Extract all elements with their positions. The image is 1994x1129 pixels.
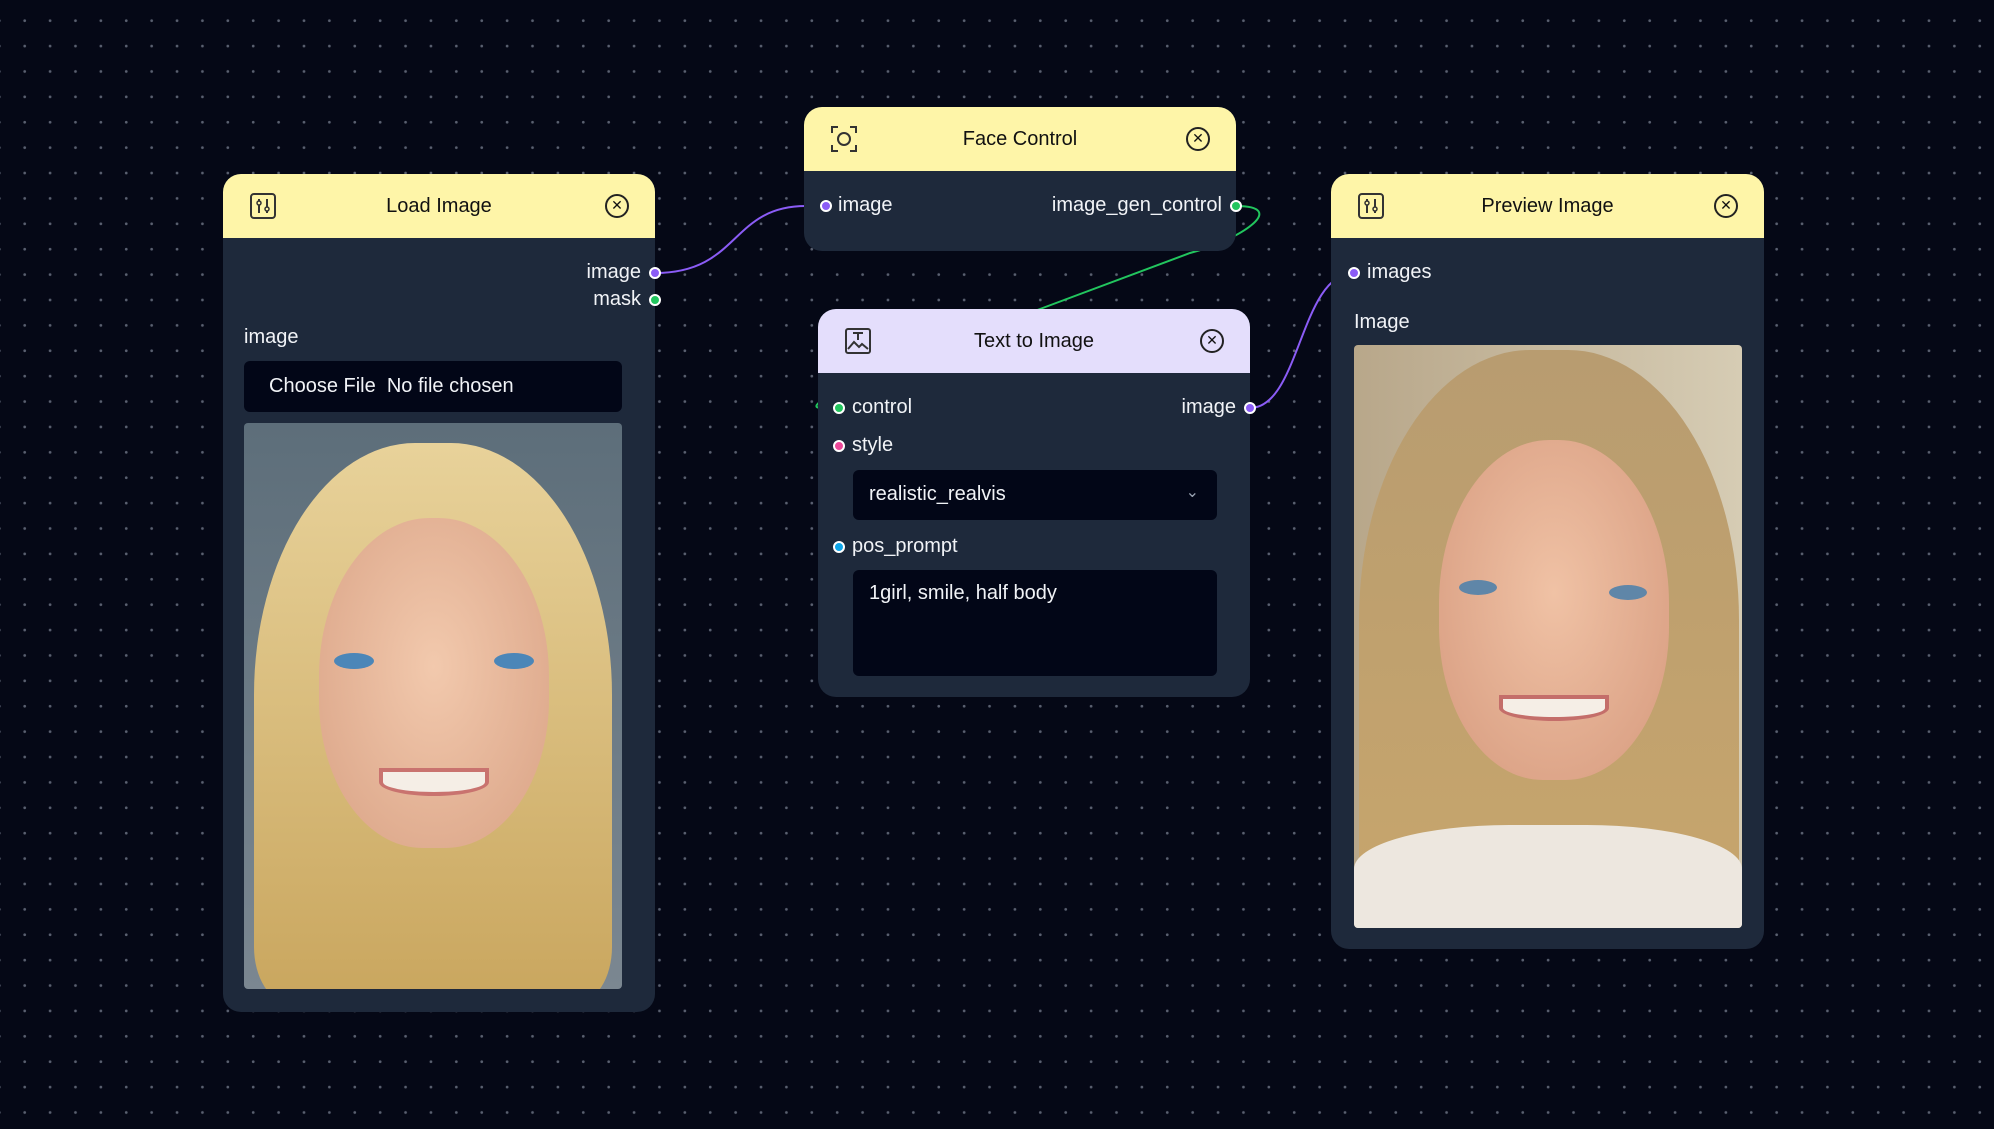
edge-load-to-face [654, 205, 807, 274]
node-title: Text to Image [973, 329, 1095, 352]
face-control-node[interactable]: Face Control ✕ image image_gen_control [804, 107, 1242, 251]
output-label-image: image [586, 261, 641, 283]
node-title: Face Control [962, 127, 1078, 150]
sliders-icon [1358, 193, 1384, 219]
preview-image-node[interactable]: Preview Image ✕ images Image [1331, 174, 1764, 949]
node-header[interactable]: Preview Image ✕ [1331, 174, 1764, 238]
loaded-image [244, 423, 622, 989]
output-label-mask: mask [593, 288, 641, 310]
input-port-control[interactable] [833, 402, 845, 414]
field-label: Image [1354, 311, 1410, 333]
style-select[interactable]: realistic_realvis ⌄ [853, 470, 1217, 520]
output-port-image[interactable] [1244, 402, 1256, 414]
node-title: Load Image [386, 194, 492, 217]
output-port-mask[interactable] [649, 294, 661, 306]
preview-image [1354, 345, 1742, 928]
close-icon[interactable]: ✕ [1186, 127, 1210, 151]
image-text-icon [845, 328, 871, 354]
output-label-image: image [1181, 396, 1236, 418]
input-port-image[interactable] [820, 200, 832, 212]
input-label-control: control [852, 396, 913, 418]
sliders-icon [250, 193, 276, 219]
node-title: Preview Image [1481, 194, 1614, 217]
input-port-images[interactable] [1348, 267, 1360, 279]
input-label-pos-prompt: pos_prompt [852, 535, 958, 557]
file-input[interactable]: Choose File No file chosen [244, 361, 622, 412]
node-header[interactable]: Load Image ✕ [223, 174, 655, 238]
input-port-style[interactable] [833, 440, 845, 452]
prompt-value: 1girl, smile, half body [869, 582, 1057, 604]
input-label-images: images [1367, 261, 1432, 283]
style-value: realistic_realvis [869, 483, 1006, 505]
node-header[interactable]: Face Control ✕ [804, 107, 1236, 171]
text-to-image-node[interactable]: Text to Image ✕ control image style real… [818, 309, 1256, 697]
node-header[interactable]: Text to Image ✕ [818, 309, 1250, 373]
close-icon[interactable]: ✕ [605, 194, 629, 218]
close-icon[interactable]: ✕ [1200, 329, 1224, 353]
input-label-image: image [838, 194, 893, 216]
chevron-down-icon: ⌄ [1185, 484, 1199, 501]
input-label-style: style [852, 434, 894, 456]
prompt-textarea[interactable]: 1girl, smile, half body [853, 570, 1217, 676]
output-port-image-gen-control[interactable] [1230, 200, 1242, 212]
input-port-pos-prompt[interactable] [833, 541, 845, 553]
face-scan-icon [831, 126, 857, 152]
output-port-image[interactable] [649, 267, 661, 279]
choose-file-button[interactable]: Choose File [269, 375, 376, 397]
field-label: image [244, 326, 299, 348]
output-label-image-gen-control: image_gen_control [1051, 194, 1222, 216]
close-icon[interactable]: ✕ [1714, 194, 1738, 218]
load-image-node[interactable]: Load Image ✕ image mask image Choose Fil… [223, 174, 661, 1012]
file-status: No file chosen [386, 375, 514, 397]
